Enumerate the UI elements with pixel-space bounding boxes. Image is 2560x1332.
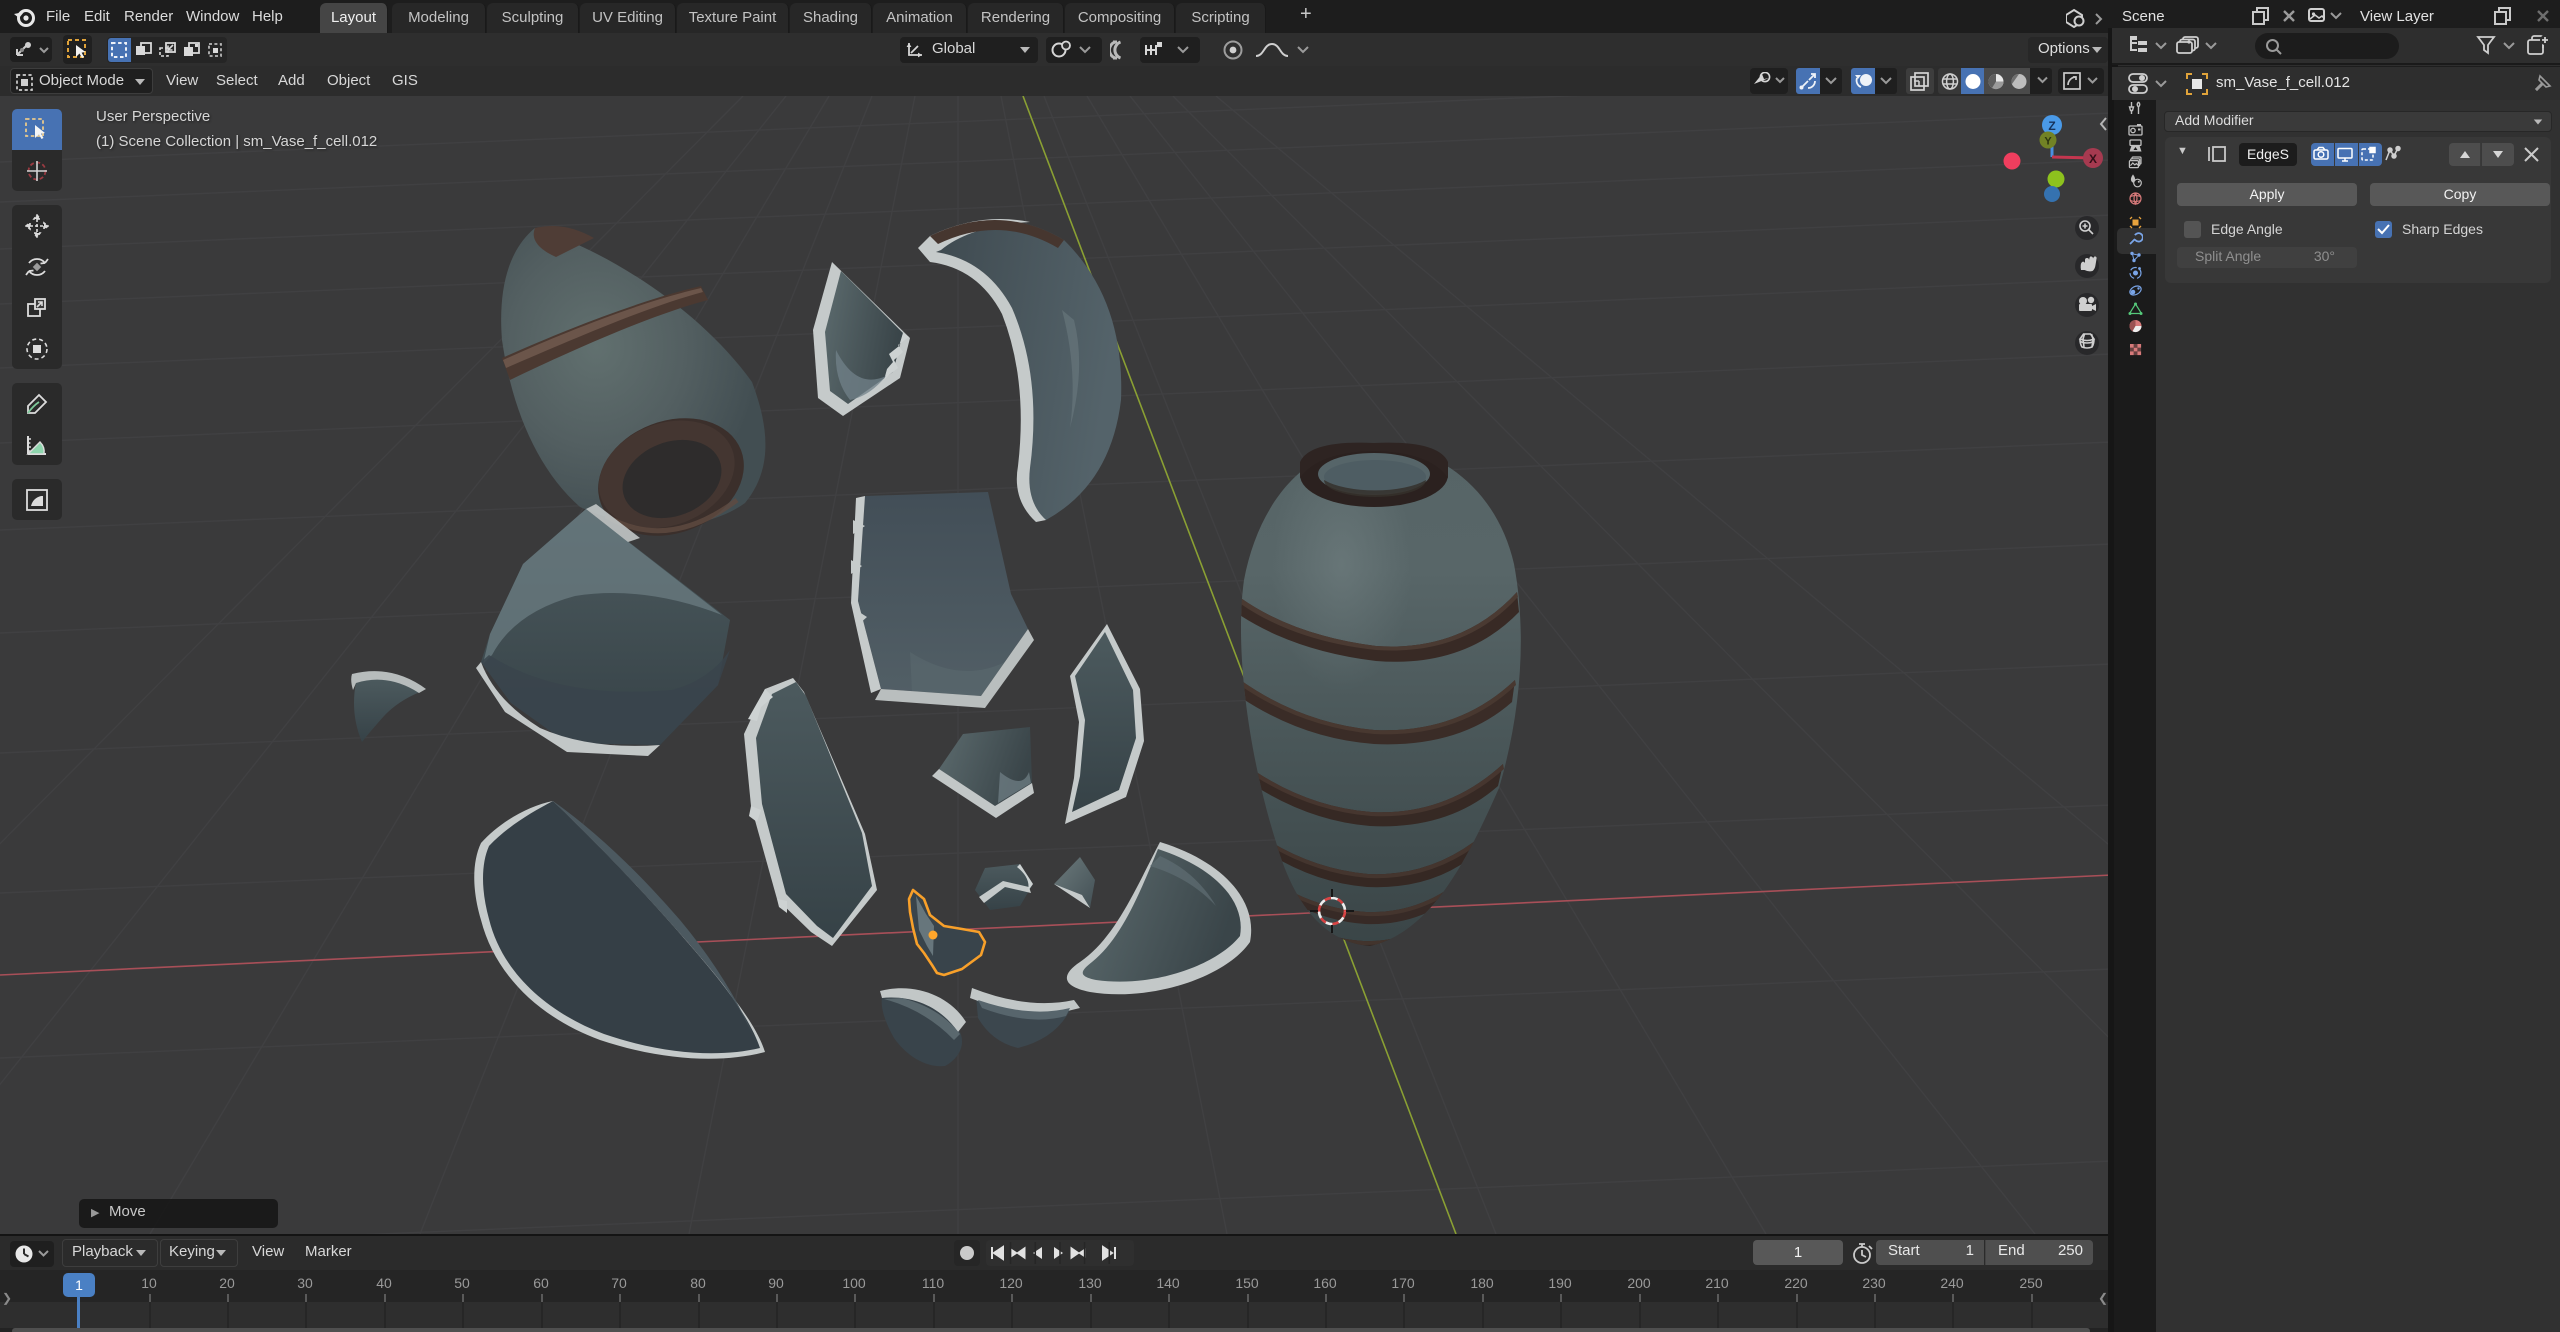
svg-text:Z: Z [2048, 119, 2055, 133]
svg-text:X: X [2089, 152, 2097, 166]
svg-text:Y: Y [2044, 136, 2052, 148]
